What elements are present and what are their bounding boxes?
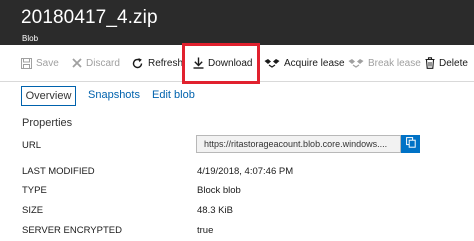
discard-label: Discard (86, 57, 120, 69)
refresh-label: Refresh (148, 57, 184, 69)
refresh-button[interactable]: Refresh (131, 45, 183, 81)
server-encrypted-value: true (197, 225, 214, 236)
url-label: URL (22, 140, 42, 151)
save-icon (21, 57, 32, 69)
save-button[interactable]: Save (21, 45, 59, 81)
discard-button[interactable]: Discard (72, 45, 120, 81)
last-modified-label: LAST MODIFIED (22, 166, 95, 177)
size-label: SIZE (22, 205, 44, 216)
acquire-lease-icon (264, 58, 280, 68)
tab-snapshots[interactable]: Snapshots (88, 86, 140, 106)
tab-overview[interactable]: Overview (21, 86, 76, 106)
properties-heading: Properties (22, 117, 73, 129)
url-field[interactable]: https://ritastorageacount.blob.core.wind… (196, 135, 401, 153)
refresh-icon (131, 57, 144, 70)
type-label: TYPE (22, 185, 47, 196)
delete-button[interactable]: Delete (425, 45, 468, 81)
break-lease-icon (348, 58, 364, 68)
delete-icon (425, 57, 435, 69)
acquire-lease-button[interactable]: Acquire lease (264, 45, 345, 81)
server-encrypted-label: SERVER ENCRYPTED (22, 225, 122, 236)
save-label: Save (36, 57, 59, 69)
acquire-lease-label: Acquire lease (284, 57, 345, 69)
copy-icon (405, 135, 416, 153)
blade-header: 20180417_4.zip Blob (0, 0, 474, 45)
blade-title: 20180417_4.zip (21, 7, 158, 28)
blob-tabs: Overview Snapshots Edit blob (0, 86, 474, 108)
size-value: 48.3 KiB (197, 205, 233, 216)
copy-url-button[interactable] (401, 135, 420, 153)
blade-subtitle: Blob (22, 34, 39, 43)
delete-label: Delete (439, 57, 468, 69)
break-lease-label: Break lease (368, 57, 421, 69)
discard-icon (72, 58, 82, 68)
download-highlight-box (182, 43, 260, 84)
break-lease-button[interactable]: Break lease (348, 45, 421, 81)
tab-edit-blob[interactable]: Edit blob (152, 86, 195, 106)
last-modified-value: 4/19/2018, 4:07:46 PM (197, 166, 294, 177)
type-value: Block blob (197, 185, 241, 196)
